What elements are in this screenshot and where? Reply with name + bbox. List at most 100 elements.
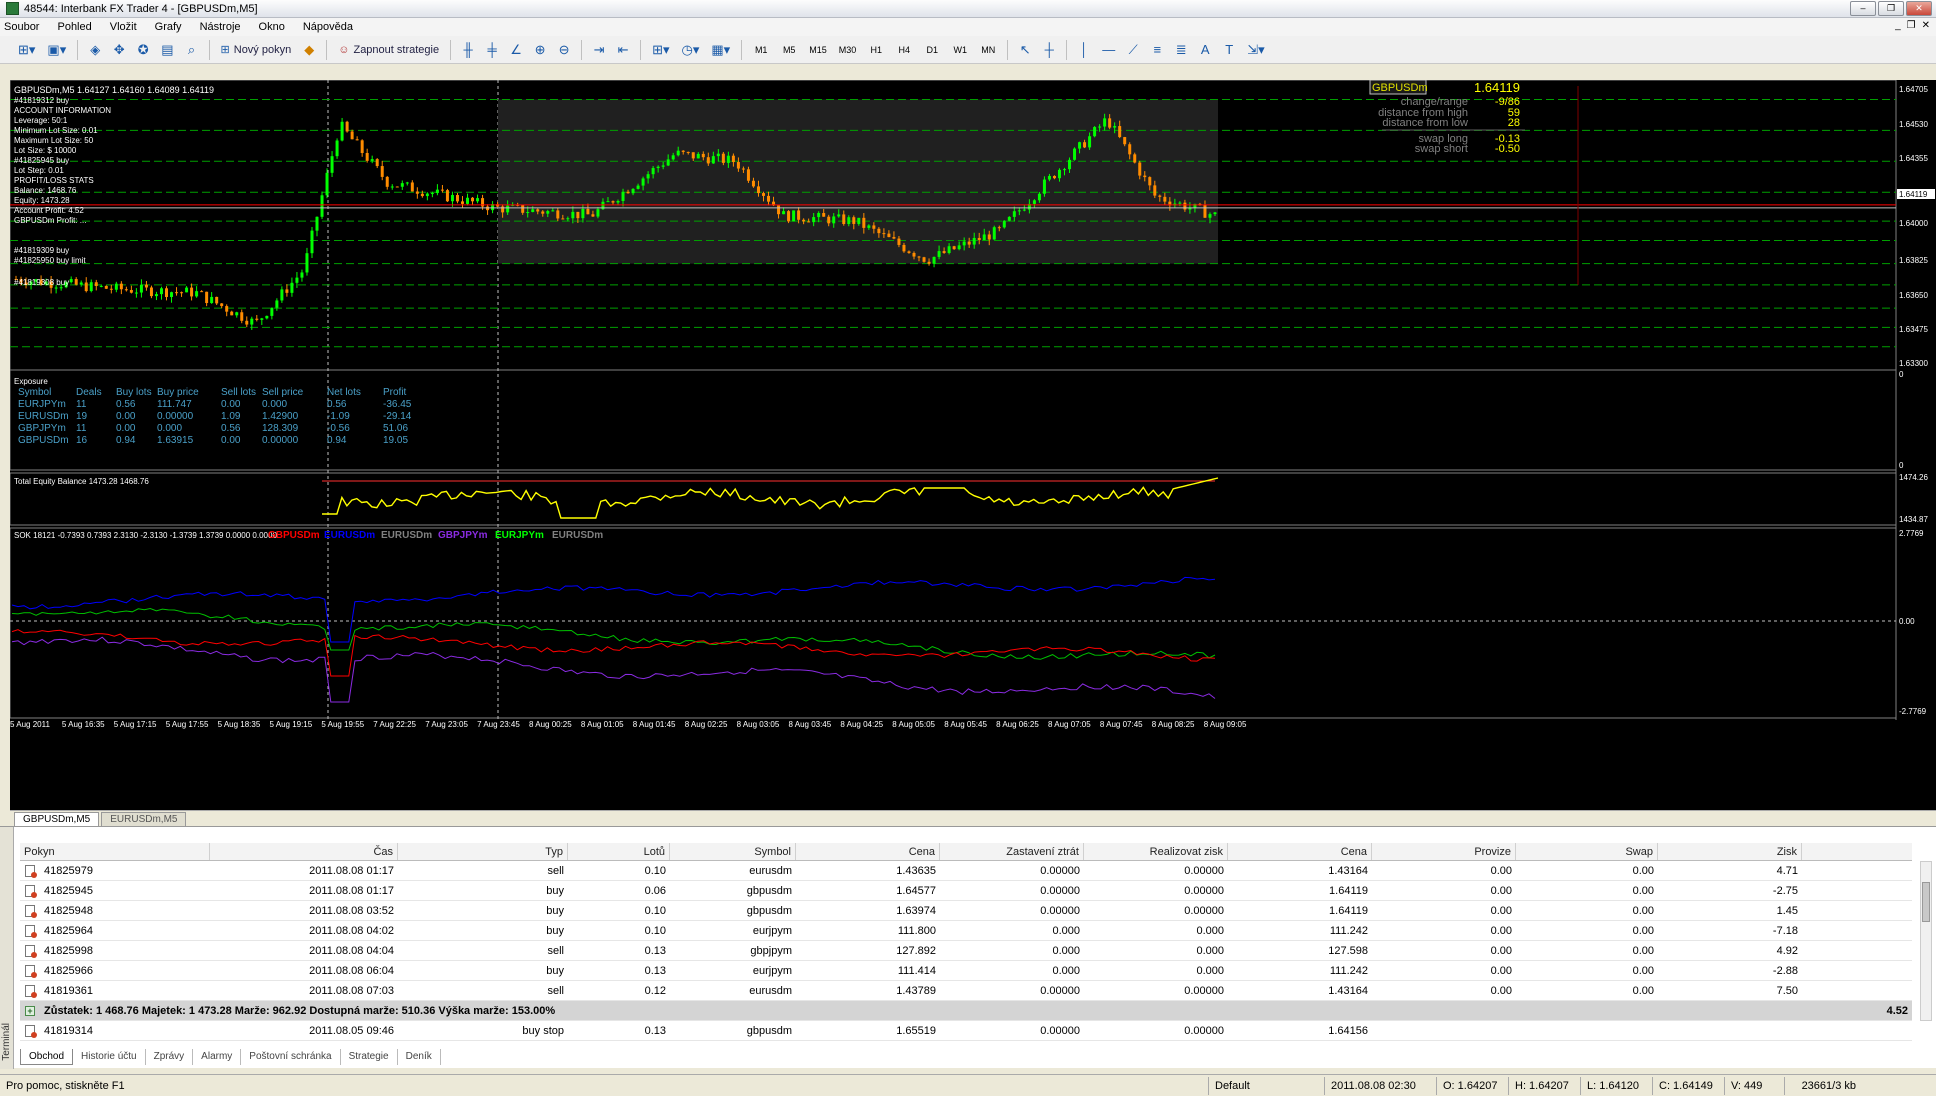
candle-body bbox=[129, 289, 133, 293]
candle-body bbox=[947, 246, 951, 253]
table-row[interactable]: 41825979 2011.08.08 01:17 sell 0.10 eurusdm 1… bbox=[20, 861, 1912, 881]
candle-body bbox=[706, 157, 710, 164]
text-icon[interactable]: A bbox=[1195, 40, 1215, 60]
line-chart-icon[interactable]: ∠ bbox=[506, 40, 526, 60]
column-header[interactable]: Symbol bbox=[670, 843, 796, 860]
table-row[interactable]: 41825964 2011.08.08 04:02 buy 0.10 eurjpym 11… bbox=[20, 921, 1912, 941]
table-row[interactable]: 41825998 2011.08.08 04:04 sell 0.13 gbpjpym 1… bbox=[20, 941, 1912, 961]
indicators-icon[interactable]: ⊞▾ bbox=[648, 40, 673, 60]
column-header[interactable]: Swap bbox=[1516, 843, 1658, 860]
chart-shift-icon[interactable]: ⇤ bbox=[613, 40, 633, 60]
candle-chart-icon[interactable]: ╪ bbox=[482, 40, 502, 60]
menu-okno[interactable]: Okno bbox=[259, 21, 285, 33]
periods-icon[interactable]: ◷▾ bbox=[678, 40, 704, 60]
chart-window[interactable]: 1.64705 1.64530 1.64355 1.64119 1.64000 1.638… bbox=[10, 80, 1936, 810]
column-header[interactable]: Čas bbox=[210, 843, 398, 860]
table-row[interactable]: 41825948 2011.08.08 03:52 buy 0.10 gbpusdm 1.… bbox=[20, 901, 1912, 921]
price-chart[interactable]: 1.64705 1.64530 1.64355 1.64119 1.64000 1.638… bbox=[10, 80, 1936, 810]
exposure-cell: 111.747 bbox=[157, 399, 192, 410]
tab-alarmy[interactable]: Alarmy bbox=[193, 1049, 242, 1065]
mdi-close-icon[interactable]: ✕ bbox=[1922, 20, 1930, 31]
channel-icon[interactable]: ≡ bbox=[1147, 40, 1167, 60]
column-header[interactable]: Cena bbox=[1228, 843, 1372, 860]
candle-body bbox=[711, 156, 715, 164]
candle-body bbox=[852, 217, 856, 224]
mdi-minimize-icon[interactable]: _ bbox=[1895, 20, 1901, 31]
candle-body bbox=[230, 311, 234, 316]
chart-tab-eurusdm[interactable]: EURUSDm,M5 bbox=[101, 812, 187, 826]
maximize-button[interactable]: ❐ bbox=[1878, 1, 1904, 16]
tab-denik[interactable]: Deník bbox=[398, 1049, 441, 1065]
navigator-icon[interactable]: ✪ bbox=[133, 40, 153, 60]
table-cell: 0.00 bbox=[1632, 944, 1654, 957]
close-button[interactable]: ✕ bbox=[1906, 1, 1932, 16]
bar-chart-icon[interactable]: ╫ bbox=[458, 40, 478, 60]
arrows-icon[interactable]: ⇲▾ bbox=[1243, 40, 1268, 60]
column-header[interactable]: Provize bbox=[1372, 843, 1516, 860]
terminal-icon[interactable]: ▤ bbox=[157, 40, 177, 60]
column-header[interactable]: Pokyn bbox=[20, 843, 210, 860]
candle-body bbox=[521, 204, 525, 213]
menu-napoveda[interactable]: Nápověda bbox=[303, 21, 353, 33]
vertical-line-icon[interactable]: │ bbox=[1074, 40, 1094, 60]
column-header[interactable]: Cena bbox=[796, 843, 940, 860]
menu-soubor[interactable]: Soubor bbox=[4, 21, 39, 33]
tf-m5[interactable]: M5 bbox=[777, 40, 801, 60]
window-title: 48544: Interbank FX Trader 4 - [GBPUSDm,… bbox=[24, 2, 258, 15]
menu-pohled[interactable]: Pohled bbox=[57, 21, 91, 33]
auto-scroll-icon[interactable]: ⇥ bbox=[589, 40, 609, 60]
chart-tab-gbpusdm[interactable]: GBPUSDm,M5 bbox=[14, 812, 100, 826]
strategies-button[interactable]: ☺ Zapnout strategie bbox=[334, 40, 443, 60]
column-header[interactable]: Lotů bbox=[568, 843, 670, 860]
tf-m15[interactable]: M15 bbox=[805, 40, 831, 60]
column-header[interactable]: Zastavení ztrát bbox=[940, 843, 1084, 860]
column-header[interactable]: Zisk bbox=[1658, 843, 1802, 860]
new-chart-icon[interactable]: ⊞▾ bbox=[14, 40, 39, 60]
zoom-out-icon[interactable]: ⊖ bbox=[554, 40, 574, 60]
profiles-icon[interactable]: ▣▾ bbox=[43, 40, 70, 60]
tab-strategie[interactable]: Strategie bbox=[341, 1049, 398, 1065]
tf-w1[interactable]: W1 bbox=[948, 40, 972, 60]
horizontal-line-icon[interactable]: — bbox=[1098, 40, 1119, 60]
candle-body bbox=[175, 292, 179, 294]
menu-nastroje[interactable]: Nástroje bbox=[200, 21, 241, 33]
menu-grafy[interactable]: Grafy bbox=[155, 21, 182, 33]
tab-zpravy[interactable]: Zprávy bbox=[146, 1049, 194, 1065]
tf-m1[interactable]: M1 bbox=[749, 40, 773, 60]
table-row[interactable]: 41819314 2011.08.05 09:46 buy stop 0.13 gbpu… bbox=[20, 1021, 1912, 1041]
table-row[interactable]: 41825966 2011.08.08 06:04 buy 0.13 eurjpym 11… bbox=[20, 961, 1912, 981]
zoom-in-icon[interactable]: ⊕ bbox=[530, 40, 550, 60]
table-row[interactable]: 41825945 2011.08.08 01:17 buy 0.06 gbpusdm 1.… bbox=[20, 881, 1912, 901]
data-window-icon[interactable]: ✥ bbox=[109, 40, 129, 60]
minimize-button[interactable]: – bbox=[1850, 1, 1876, 16]
tf-h4[interactable]: H4 bbox=[892, 40, 916, 60]
templates-icon[interactable]: ▦▾ bbox=[707, 40, 734, 60]
crosshair-icon[interactable]: ┼ bbox=[1039, 40, 1059, 60]
terminal-scrollbar[interactable] bbox=[1920, 861, 1932, 1021]
tf-m30[interactable]: M30 bbox=[835, 40, 861, 60]
mdi-restore-icon[interactable]: ❐ bbox=[1907, 20, 1916, 31]
tab-postovni[interactable]: Poštovní schránka bbox=[241, 1049, 341, 1065]
new-order-icon: ⊞ bbox=[220, 44, 230, 56]
tab-obchod[interactable]: Obchod bbox=[20, 1049, 74, 1065]
tester-icon[interactable]: ⌕ bbox=[182, 40, 202, 60]
new-order-button[interactable]: ⊞ Nový pokyn bbox=[217, 40, 296, 60]
status-profile[interactable]: Default bbox=[1208, 1076, 1324, 1095]
text-label-icon[interactable]: T bbox=[1219, 40, 1239, 60]
tf-mn[interactable]: MN bbox=[976, 40, 1000, 60]
fibonacci-icon[interactable]: ≣ bbox=[1171, 40, 1191, 60]
tf-d1[interactable]: D1 bbox=[920, 40, 944, 60]
exposure-cell: 0.94 bbox=[116, 435, 136, 446]
market-watch-icon[interactable]: ◈ bbox=[85, 40, 105, 60]
trendline-icon[interactable]: ⟋ bbox=[1123, 40, 1143, 60]
table-row[interactable]: 41819361 2011.08.08 07:03 sell 0.12 eurusdm 1… bbox=[20, 981, 1912, 1001]
exposure-axis-label: 0 bbox=[1899, 461, 1904, 470]
tab-historie[interactable]: Historie účtu bbox=[73, 1049, 146, 1065]
equity-label: Total Equity Balance 1473.28 1468.76 bbox=[14, 477, 149, 486]
cursor-icon[interactable]: ↖ bbox=[1015, 40, 1035, 60]
metaeditor-icon[interactable]: ◆ bbox=[299, 40, 319, 60]
column-header[interactable]: Typ bbox=[398, 843, 568, 860]
tf-h1[interactable]: H1 bbox=[864, 40, 888, 60]
menu-vlozit[interactable]: Vložit bbox=[110, 21, 137, 33]
column-header[interactable]: Realizovat zisk bbox=[1084, 843, 1228, 860]
